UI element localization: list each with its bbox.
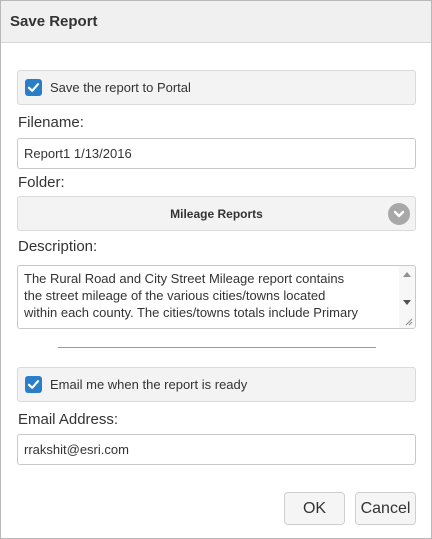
scroll-down-arrow-icon[interactable] (403, 300, 411, 305)
filename-label: Filename: (18, 114, 84, 131)
cancel-button[interactable]: Cancel (355, 492, 416, 525)
description-line: the street mileage of the various cities… (24, 288, 326, 303)
email-me-checkbox[interactable] (25, 376, 42, 393)
description-label: Description: (18, 238, 98, 255)
email-me-label: Email me when the report is ready (50, 377, 248, 392)
dialog-titlebar: Save Report (1, 1, 431, 43)
resize-grip-icon[interactable] (403, 316, 413, 326)
save-to-portal-option[interactable]: Save the report to Portal (17, 70, 416, 105)
ok-button[interactable]: OK (284, 492, 345, 525)
description-text: The Rural Road and City Street Mileage r… (24, 270, 396, 321)
email-address-input[interactable] (17, 434, 416, 465)
chevron-down-icon[interactable] (388, 203, 410, 225)
description-textarea[interactable]: The Rural Road and City Street Mileage r… (17, 265, 416, 329)
email-me-option[interactable]: Email me when the report is ready (17, 367, 416, 402)
checkmark-icon (27, 380, 40, 389)
section-divider (58, 347, 376, 348)
filename-input[interactable] (17, 138, 416, 169)
description-line: The Rural Road and City Street Mileage r… (24, 271, 345, 286)
dialog-title: Save Report (10, 13, 98, 30)
folder-select[interactable]: Mileage Reports (17, 196, 416, 231)
save-to-portal-label: Save the report to Portal (50, 80, 191, 95)
save-to-portal-checkbox[interactable] (25, 79, 42, 96)
checkmark-icon (27, 83, 40, 92)
email-address-label: Email Address: (18, 411, 119, 428)
scroll-up-arrow-icon[interactable] (403, 272, 411, 277)
folder-label: Folder: (18, 174, 65, 191)
save-report-dialog: Save Report Save the report to Portal Fi… (0, 0, 432, 539)
folder-selected-value: Mileage Reports (170, 206, 263, 221)
description-line: within each county. The cities/towns tot… (24, 305, 359, 320)
